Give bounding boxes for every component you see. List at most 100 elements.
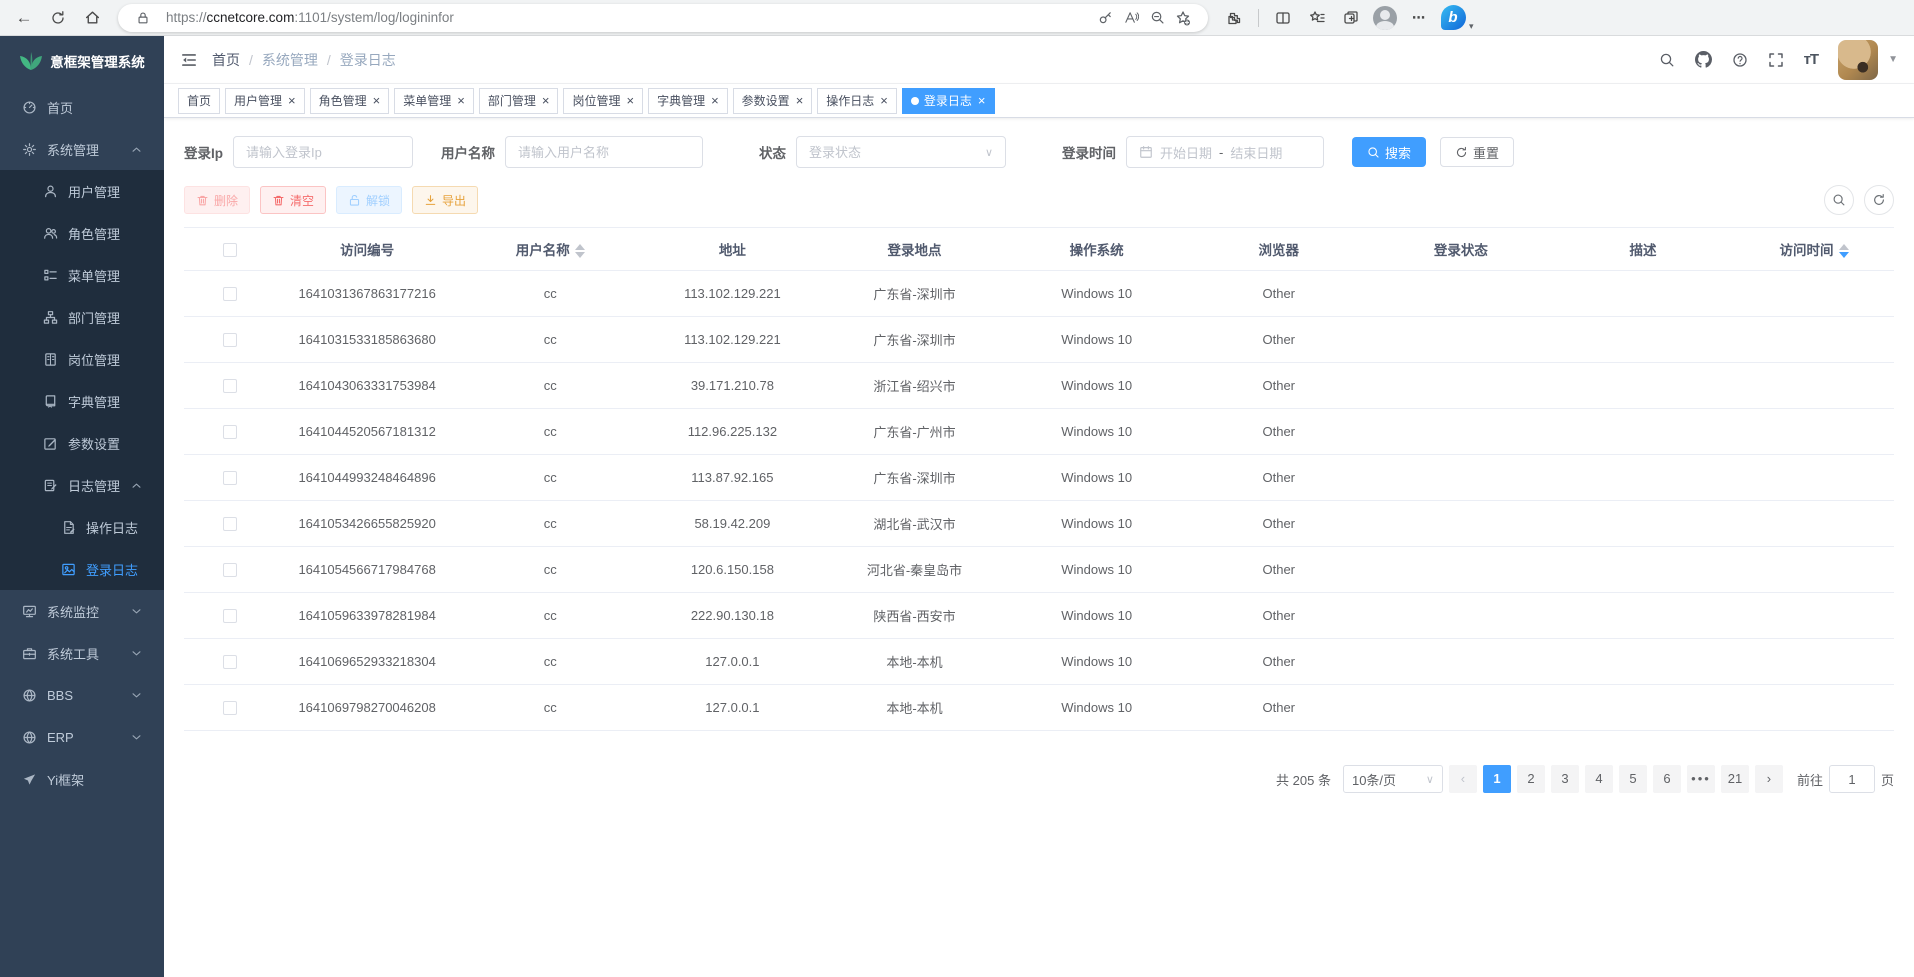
row-checkbox[interactable] — [223, 609, 237, 623]
page-button-4[interactable]: 4 — [1585, 765, 1613, 793]
user-avatar[interactable] — [1838, 40, 1878, 80]
sidebar-item-登录日志[interactable]: 登录日志 — [0, 548, 164, 590]
tab-部门管理[interactable]: 部门管理× — [479, 88, 559, 114]
username-input[interactable] — [518, 145, 690, 160]
browser-profile-avatar[interactable] — [1371, 4, 1399, 32]
password-key-icon[interactable] — [1092, 5, 1118, 31]
tab-close-icon[interactable]: × — [978, 94, 986, 107]
goto-page-input[interactable] — [1829, 765, 1875, 793]
browser-back-icon[interactable]: ← — [10, 4, 38, 32]
github-icon[interactable] — [1695, 51, 1712, 68]
sidebar-item-系统工具[interactable]: 系统工具 — [0, 632, 164, 674]
fullscreen-icon[interactable] — [1768, 52, 1784, 68]
help-icon[interactable] — [1732, 52, 1748, 68]
tab-close-icon[interactable]: × — [457, 94, 465, 107]
tab-close-icon[interactable]: × — [796, 94, 804, 107]
search-button[interactable]: 搜索 — [1352, 137, 1426, 167]
tab-字典管理[interactable]: 字典管理× — [648, 88, 728, 114]
browser-refresh-icon[interactable] — [44, 4, 72, 32]
browser-menu-icon[interactable]: ⋯ — [1405, 4, 1433, 32]
split-screen-icon[interactable] — [1269, 4, 1297, 32]
sidebar-item-ERP[interactable]: ERP — [0, 716, 164, 758]
chevron-down-icon[interactable]: ▾ — [1469, 21, 1474, 32]
row-checkbox[interactable] — [223, 701, 237, 715]
tab-close-icon[interactable]: × — [880, 94, 888, 107]
font-size-icon[interactable]: тT — [1804, 51, 1819, 68]
chevron-down-icon[interactable]: ▼ — [1888, 54, 1898, 65]
sort-carets-icon[interactable] — [575, 244, 585, 258]
sidebar-item-部门管理[interactable]: 部门管理 — [0, 296, 164, 338]
app-logo[interactable]: 意框架管理系统 — [0, 36, 164, 86]
sidebar-fold-icon[interactable] — [180, 51, 198, 69]
sidebar-item-Yi框架[interactable]: Yi框架 — [0, 758, 164, 800]
sidebar-item-岗位管理[interactable]: 岗位管理 — [0, 338, 164, 380]
status-select-input[interactable] — [809, 145, 979, 160]
tab-参数设置[interactable]: 参数设置× — [733, 88, 813, 114]
tab-岗位管理[interactable]: 岗位管理× — [563, 88, 643, 114]
refresh-table-icon[interactable] — [1864, 185, 1894, 215]
解锁-button[interactable]: 解锁 — [336, 186, 402, 214]
sidebar-item-系统管理[interactable]: 系统管理 — [0, 128, 164, 170]
page-button-3[interactable]: 3 — [1551, 765, 1579, 793]
sidebar-item-操作日志[interactable]: 操作日志 — [0, 506, 164, 548]
sidebar-item-用户管理[interactable]: 用户管理 — [0, 170, 164, 212]
导出-button[interactable]: 导出 — [412, 186, 478, 214]
bing-copilot-icon[interactable]: b — [1439, 4, 1467, 32]
end-date-placeholder[interactable]: 结束日期 — [1230, 143, 1282, 162]
breadcrumb-home[interactable]: 首页 — [212, 50, 240, 70]
sort-carets-icon[interactable] — [1839, 244, 1849, 258]
删除-button[interactable]: 删除 — [184, 186, 250, 214]
row-checkbox[interactable] — [223, 333, 237, 347]
row-checkbox[interactable] — [223, 563, 237, 577]
tab-角色管理[interactable]: 角色管理× — [310, 88, 390, 114]
sidebar-item-日志管理[interactable]: 日志管理 — [0, 464, 164, 506]
date-range-picker[interactable]: 开始日期 - 结束日期 — [1126, 136, 1324, 168]
row-checkbox[interactable] — [223, 379, 237, 393]
sidebar-item-BBS[interactable]: BBS — [0, 674, 164, 716]
tab-close-icon[interactable]: × — [542, 94, 550, 107]
tab-close-icon[interactable]: × — [711, 94, 719, 107]
start-date-placeholder[interactable]: 开始日期 — [1160, 143, 1212, 162]
tab-close-icon[interactable]: × — [288, 94, 296, 107]
page-size-select[interactable]: 10条/页 ∨ — [1343, 765, 1443, 793]
page-button-1[interactable]: 1 — [1483, 765, 1511, 793]
favorites-bar-icon[interactable] — [1303, 4, 1331, 32]
read-aloud-icon[interactable] — [1118, 5, 1144, 31]
zoom-out-icon[interactable] — [1144, 5, 1170, 31]
collections-icon[interactable] — [1337, 4, 1365, 32]
sidebar-item-角色管理[interactable]: 角色管理 — [0, 212, 164, 254]
show-search-icon[interactable] — [1824, 185, 1854, 215]
login-ip-input[interactable] — [246, 145, 400, 160]
next-page-button[interactable]: › — [1755, 765, 1783, 793]
page-button-6[interactable]: 6 — [1653, 765, 1681, 793]
browser-address-bar[interactable]: https://ccnetcore.com:1101/system/log/lo… — [118, 4, 1208, 32]
tab-用户管理[interactable]: 用户管理× — [225, 88, 305, 114]
browser-home-icon[interactable] — [78, 4, 106, 32]
tab-close-icon[interactable]: × — [373, 94, 381, 107]
row-checkbox[interactable] — [223, 517, 237, 531]
row-checkbox[interactable] — [223, 471, 237, 485]
sidebar-item-菜单管理[interactable]: 菜单管理 — [0, 254, 164, 296]
prev-page-button[interactable]: ‹ — [1449, 765, 1477, 793]
tab-首页[interactable]: 首页 — [178, 88, 220, 114]
page-button-5[interactable]: 5 — [1619, 765, 1647, 793]
sidebar-item-字典管理[interactable]: 字典管理 — [0, 380, 164, 422]
select-all-checkbox[interactable] — [223, 243, 237, 257]
row-checkbox[interactable] — [223, 287, 237, 301]
last-page-button[interactable]: 21 — [1721, 765, 1749, 793]
row-checkbox[interactable] — [223, 425, 237, 439]
tab-登录日志[interactable]: 登录日志× — [902, 88, 995, 114]
search-icon[interactable] — [1659, 52, 1675, 68]
status-select[interactable]: ∨ — [796, 136, 1006, 168]
page-button-2[interactable]: 2 — [1517, 765, 1545, 793]
column-header-用户名称[interactable]: 用户名称 — [459, 228, 641, 271]
column-header-访问时间[interactable]: 访问时间 — [1734, 228, 1894, 271]
reset-button[interactable]: 重置 — [1440, 137, 1514, 167]
sidebar-item-系统监控[interactable]: 系统监控 — [0, 590, 164, 632]
tab-菜单管理[interactable]: 菜单管理× — [394, 88, 474, 114]
favorite-star-icon[interactable] — [1170, 5, 1196, 31]
tab-close-icon[interactable]: × — [626, 94, 634, 107]
row-checkbox[interactable] — [223, 655, 237, 669]
extensions-icon[interactable] — [1220, 4, 1248, 32]
tab-操作日志[interactable]: 操作日志× — [817, 88, 897, 114]
